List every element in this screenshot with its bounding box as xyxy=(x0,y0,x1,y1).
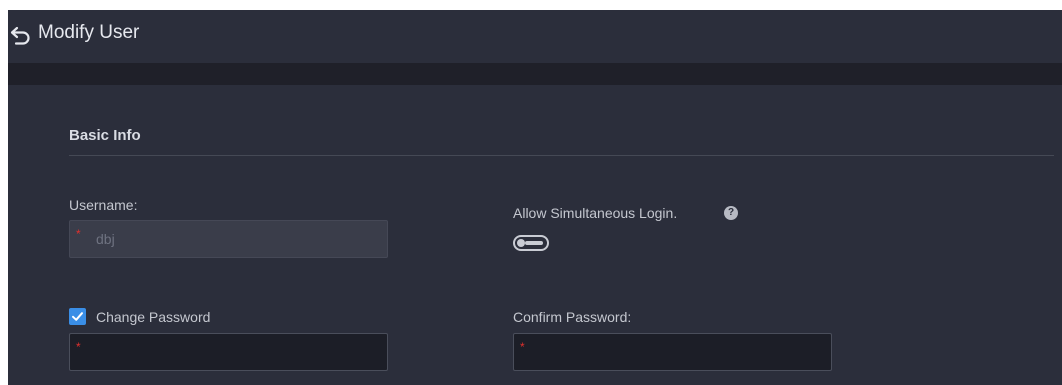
confirm-password-label: Confirm Password: xyxy=(513,309,632,325)
password-input[interactable]: * xyxy=(69,333,388,371)
page-header xyxy=(8,10,1062,63)
question-circle-icon[interactable]: ? xyxy=(724,206,738,220)
simultaneous-login-toggle[interactable] xyxy=(513,235,549,251)
change-password-checkbox[interactable] xyxy=(69,308,86,325)
username-value: dbj xyxy=(96,231,115,247)
page-title: Modify User xyxy=(38,22,140,43)
section-divider xyxy=(69,155,1054,156)
simultaneous-login-label: Allow Simultaneous Login. xyxy=(513,205,678,221)
confirm-password-input[interactable]: * xyxy=(513,333,832,371)
username-label: Username: xyxy=(69,197,138,213)
toggle-track-bar xyxy=(525,241,543,245)
undo-arrow-icon[interactable] xyxy=(10,25,32,45)
username-field: * dbj xyxy=(69,220,388,258)
modify-user-page: Modify User Basic Info Username: * dbj A… xyxy=(0,0,1062,385)
required-mark: * xyxy=(520,340,525,354)
required-mark: * xyxy=(76,340,81,354)
toggle-knob xyxy=(517,239,525,247)
section-title-basic-info: Basic Info xyxy=(69,127,141,144)
header-divider xyxy=(8,63,1062,85)
required-mark: * xyxy=(76,227,81,241)
checkmark-icon xyxy=(72,312,83,321)
change-password-label[interactable]: Change Password xyxy=(96,309,210,325)
